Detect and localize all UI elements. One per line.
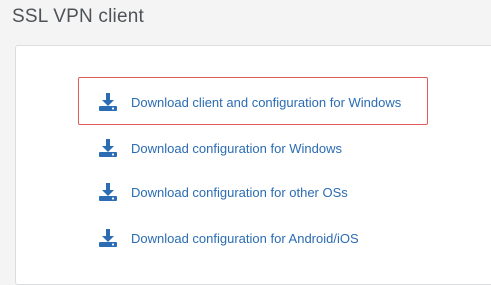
- download-link-label: Download configuration for other OSs: [131, 184, 348, 200]
- download-link-label: Download configuration for Windows: [131, 140, 342, 156]
- download-config-other-os-link[interactable]: Download configuration for other OSs: [98, 180, 348, 204]
- page-title: SSL VPN client: [12, 6, 144, 27]
- download-icon: [98, 182, 118, 202]
- download-config-windows-link[interactable]: Download configuration for Windows: [98, 136, 342, 160]
- download-icon: [98, 138, 118, 158]
- download-icon: [98, 228, 118, 248]
- download-link-label: Download configuration for Android/iOS: [131, 230, 359, 246]
- download-client-and-config-windows-link[interactable]: Download client and configuration for Wi…: [98, 90, 401, 114]
- download-icon: [98, 92, 118, 112]
- download-config-android-ios-link[interactable]: Download configuration for Android/iOS: [98, 226, 359, 250]
- download-link-label: Download client and configuration for Wi…: [131, 94, 402, 110]
